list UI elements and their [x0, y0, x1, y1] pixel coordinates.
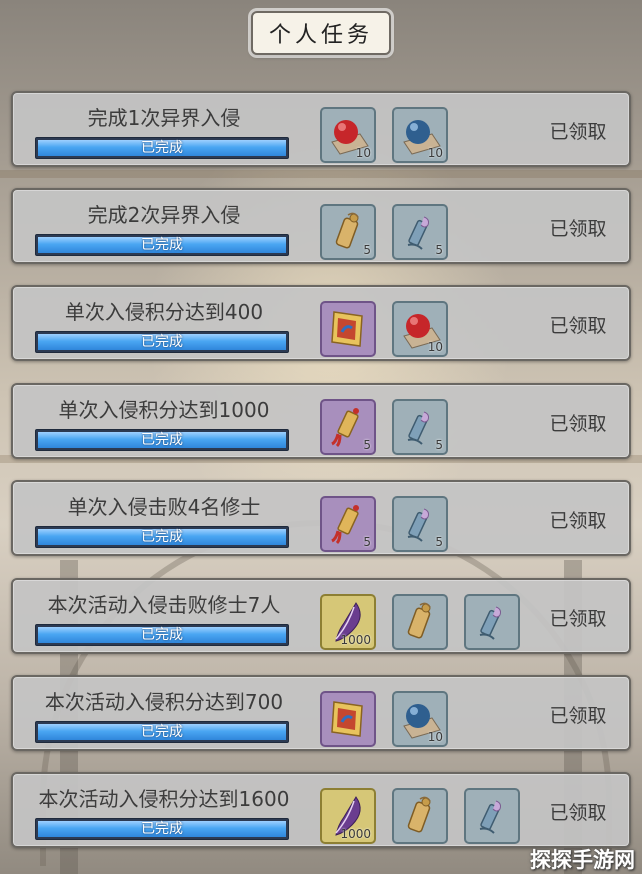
- reward-count: 1000: [340, 827, 371, 841]
- reward-slot[interactable]: [320, 691, 376, 747]
- reward-slot[interactable]: 5: [392, 399, 448, 455]
- reward-count: 5: [435, 243, 443, 257]
- claimed-status: 已领取: [549, 121, 607, 143]
- reward-count: 5: [363, 243, 371, 257]
- reward-slot[interactable]: 10: [392, 301, 448, 357]
- claimed-status: 已领取: [549, 413, 607, 435]
- reward-count: 5: [363, 438, 371, 452]
- watermark: 探探手游网: [530, 848, 635, 872]
- progress-bar: 已完成: [35, 234, 289, 256]
- task-title: 本次活动入侵积分达到700: [44, 690, 284, 714]
- reward-count: 5: [435, 438, 443, 452]
- reward-count: 10: [427, 340, 443, 354]
- progress-label: 已完成: [141, 140, 183, 156]
- task-title: 本次活动入侵击败修士7人: [47, 593, 281, 617]
- progress-label: 已完成: [141, 529, 183, 545]
- task-title: 单次入侵积分达到400: [64, 300, 264, 324]
- task-card: 单次入侵击败4名修士已完成 5 5 已领取: [11, 480, 631, 556]
- reward-slot[interactable]: [392, 594, 448, 650]
- reward-slot[interactable]: 10: [392, 107, 448, 163]
- progress-bar: 已完成: [35, 429, 289, 451]
- progress-bar: 已完成: [35, 331, 289, 353]
- reward-slot[interactable]: [464, 788, 520, 844]
- reward-count: 5: [363, 535, 371, 549]
- reward-count: 10: [355, 146, 371, 160]
- progress-label: 已完成: [141, 627, 183, 643]
- progress-label: 已完成: [141, 237, 183, 253]
- task-title: 完成2次异界入侵: [87, 203, 241, 227]
- progress-label: 已完成: [141, 334, 183, 350]
- reward-count: 10: [427, 146, 443, 160]
- page-title: 个人任务: [251, 11, 391, 55]
- reward-slot[interactable]: 5: [320, 496, 376, 552]
- reward-slot[interactable]: 5: [392, 496, 448, 552]
- task-title: 单次入侵击败4名修士: [67, 495, 261, 519]
- reward-slot[interactable]: [392, 788, 448, 844]
- reward-slot[interactable]: [320, 301, 376, 357]
- claimed-status: 已领取: [549, 802, 607, 824]
- reward-slot[interactable]: 5: [320, 204, 376, 260]
- task-card: 完成2次异界入侵已完成 5 5 已领取: [11, 188, 631, 264]
- claimed-status: 已领取: [549, 510, 607, 532]
- claimed-status: 已领取: [549, 608, 607, 630]
- progress-bar: 已完成: [35, 526, 289, 548]
- progress-label: 已完成: [141, 724, 183, 740]
- reward-slot[interactable]: 10: [392, 691, 448, 747]
- progress-bar: 已完成: [35, 721, 289, 743]
- task-card: 本次活动入侵积分达到1600 已完成 1000 已领取: [11, 772, 631, 848]
- progress-bar: 已完成: [35, 137, 289, 159]
- claimed-status: 已领取: [549, 315, 607, 337]
- reward-slot[interactable]: 1000: [320, 788, 376, 844]
- task-card: 本次活动入侵击败修士7人已完成 1000 已领取: [11, 578, 631, 654]
- reward-slot[interactable]: 1000: [320, 594, 376, 650]
- progress-bar: 已完成: [35, 624, 289, 646]
- task-title: 完成1次异界入侵: [87, 106, 241, 130]
- reward-count: 1000: [340, 633, 371, 647]
- task-card: 本次活动入侵积分达到700 已完成 10 已领取: [11, 675, 631, 751]
- reward-slot[interactable]: 10: [320, 107, 376, 163]
- task-title: 本次活动入侵积分达到1600: [38, 787, 290, 811]
- claimed-status: 已领取: [549, 218, 607, 240]
- task-card: 单次入侵积分达到1000 已完成 5 5 已领取: [11, 383, 631, 459]
- reward-slot[interactable]: [464, 594, 520, 650]
- task-card: 完成1次异界入侵已完成 10 10 已领取: [11, 91, 631, 167]
- reward-slot[interactable]: 5: [392, 204, 448, 260]
- reward-slot[interactable]: 5: [320, 399, 376, 455]
- reward-count: 5: [435, 535, 443, 549]
- background-beam: [0, 170, 642, 178]
- progress-label: 已完成: [141, 821, 183, 837]
- task-title: 单次入侵积分达到1000: [58, 398, 270, 422]
- task-card: 单次入侵积分达到400 已完成 10 已领取: [11, 285, 631, 361]
- progress-label: 已完成: [141, 432, 183, 448]
- progress-bar: 已完成: [35, 818, 289, 840]
- claimed-status: 已领取: [549, 705, 607, 727]
- reward-count: 10: [427, 730, 443, 744]
